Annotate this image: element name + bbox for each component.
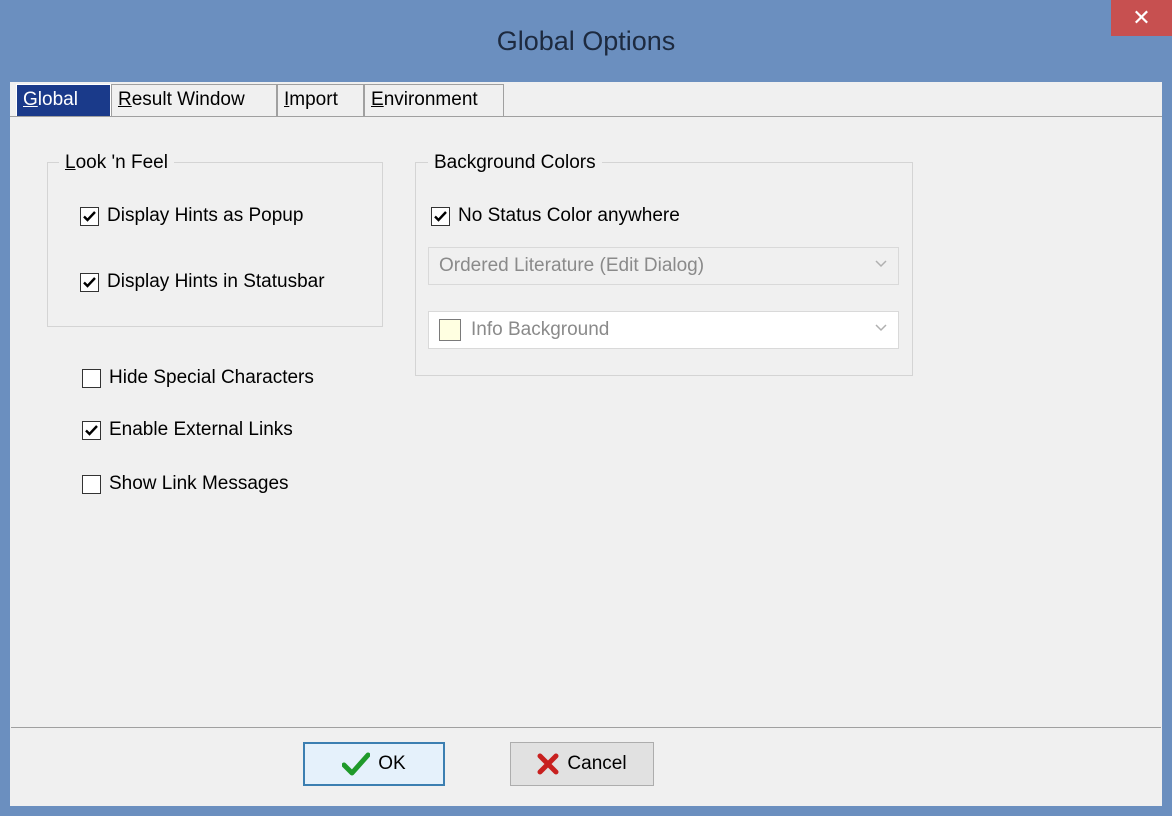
status-select[interactable]: Ordered Literature (Edit Dialog) xyxy=(428,247,899,285)
red-x-icon xyxy=(537,753,559,775)
check-box xyxy=(82,420,101,440)
ok-button[interactable]: OK xyxy=(303,742,445,786)
check-box xyxy=(80,272,99,292)
cancel-label: Cancel xyxy=(567,753,627,774)
cancel-button[interactable]: Cancel xyxy=(510,742,654,786)
check-box xyxy=(82,368,101,388)
enable-external-links-label: Enable External Links xyxy=(109,419,293,440)
check-box xyxy=(82,474,101,494)
tab-environment[interactable]: Environment xyxy=(364,84,504,116)
display-hints-statusbar-checkbox[interactable]: Display Hints in Statusbar xyxy=(80,269,325,295)
global-tab-page: Look 'n Feel Display Hints as Popup Disp… xyxy=(11,117,1161,728)
display-hints-statusbar-label: Display Hints in Statusbar xyxy=(107,271,325,292)
show-link-messages-label: Show Link Messages xyxy=(109,473,289,494)
check-mark-icon xyxy=(434,210,447,222)
hide-special-characters-label: Hide Special Characters xyxy=(109,367,314,388)
hide-special-characters-checkbox[interactable]: Hide Special Characters xyxy=(82,365,314,391)
title-bar: Global Options ✕ xyxy=(0,0,1172,82)
global-options-dialog: Global Options ✕ Global Result Window Im… xyxy=(0,0,1172,816)
color-select-value: Info Background xyxy=(471,319,610,340)
tab-result-window[interactable]: Result Window xyxy=(111,84,277,116)
ok-label: OK xyxy=(378,753,406,774)
check-mark-icon xyxy=(85,424,98,436)
chevron-down-icon xyxy=(874,320,888,339)
check-box xyxy=(80,206,99,226)
no-status-color-label: No Status Color anywhere xyxy=(458,205,680,226)
close-button[interactable]: ✕ xyxy=(1111,0,1172,36)
enable-external-links-checkbox[interactable]: Enable External Links xyxy=(82,417,293,443)
check-box xyxy=(431,206,450,226)
display-hints-popup-label: Display Hints as Popup xyxy=(107,205,304,226)
status-select-value: Ordered Literature (Edit Dialog) xyxy=(439,255,705,276)
look-n-feel-group xyxy=(47,162,383,327)
check-mark-icon xyxy=(83,276,96,288)
display-hints-popup-checkbox[interactable]: Display Hints as Popup xyxy=(80,203,303,229)
no-status-color-checkbox[interactable]: No Status Color anywhere xyxy=(431,203,680,229)
background-colors-legend: Background Colors xyxy=(428,152,602,174)
check-mark-icon xyxy=(83,210,96,222)
tab-strip: Global Result Window Import Environment xyxy=(10,82,1162,117)
show-link-messages-checkbox[interactable]: Show Link Messages xyxy=(82,471,289,497)
look-n-feel-legend: Look 'n Feel xyxy=(59,152,174,174)
dialog-client-area: Global Result Window Import Environment … xyxy=(10,82,1162,806)
tab-global[interactable]: Global xyxy=(16,84,111,116)
dialog-title: Global Options xyxy=(496,26,676,56)
color-select[interactable]: Info Background xyxy=(428,311,899,349)
color-swatch xyxy=(439,319,461,341)
tab-import[interactable]: Import xyxy=(277,84,364,116)
chevron-down-icon xyxy=(874,256,888,275)
green-check-icon xyxy=(342,752,371,776)
